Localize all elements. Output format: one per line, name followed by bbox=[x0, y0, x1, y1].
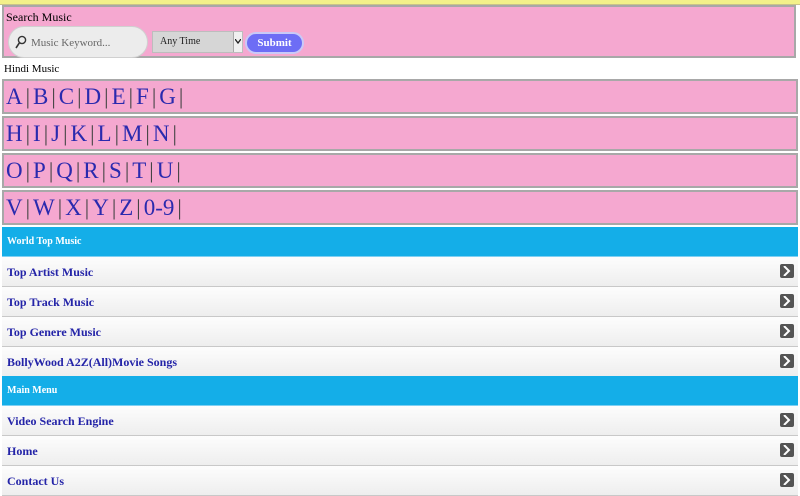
letter-link[interactable]: P bbox=[33, 158, 46, 183]
letter-link[interactable]: X bbox=[65, 195, 82, 220]
chevron-right-icon bbox=[780, 413, 794, 427]
letter-link[interactable]: 0-9 bbox=[144, 195, 175, 220]
letter-link[interactable]: L bbox=[98, 121, 112, 146]
search-input[interactable] bbox=[29, 33, 148, 53]
search-field[interactable] bbox=[8, 26, 148, 58]
alpha-row-3: O | P | Q | R | S | T | U | bbox=[2, 153, 798, 188]
letter-separator: | bbox=[151, 84, 157, 109]
letter-separator: | bbox=[25, 84, 31, 109]
menu-item-label: Video Search Engine bbox=[7, 414, 114, 428]
letter-link[interactable]: G bbox=[159, 84, 176, 109]
letter-separator: | bbox=[177, 195, 182, 220]
letter-link[interactable]: S bbox=[109, 158, 122, 183]
menu-item-top-genre[interactable]: Top Genere Music bbox=[2, 317, 798, 347]
chevron-right-icon bbox=[780, 294, 794, 308]
letter-separator: | bbox=[145, 121, 150, 146]
letter-link[interactable]: R bbox=[83, 158, 98, 183]
letter-link[interactable]: H bbox=[6, 121, 23, 146]
chevron-right-icon bbox=[780, 264, 794, 278]
letter-link[interactable]: N bbox=[153, 121, 170, 146]
letter-separator: | bbox=[178, 84, 184, 109]
letter-link[interactable]: I bbox=[33, 121, 41, 146]
letter-separator: | bbox=[136, 195, 141, 220]
letter-separator: | bbox=[25, 195, 31, 220]
letter-separator: | bbox=[101, 158, 107, 183]
menu-item-label: Top Artist Music bbox=[7, 265, 94, 279]
menu-item-top-track[interactable]: Top Track Music bbox=[2, 287, 798, 317]
letter-link[interactable]: C bbox=[59, 84, 74, 109]
chevron-right-icon bbox=[780, 324, 794, 338]
alpha-row-1: A | B | C | D | E | F | G | bbox=[2, 79, 798, 114]
chevron-down-icon bbox=[235, 39, 241, 44]
letter-link[interactable]: Z bbox=[119, 195, 133, 220]
letter-separator: | bbox=[124, 158, 130, 183]
chevron-right-icon bbox=[780, 443, 794, 457]
letter-separator: | bbox=[128, 84, 134, 109]
letter-link[interactable]: B bbox=[33, 84, 48, 109]
menu-item-label: Contact Us bbox=[7, 474, 64, 488]
letter-link[interactable]: D bbox=[85, 84, 102, 109]
dropdown-arrow[interactable] bbox=[233, 32, 242, 52]
letter-separator: | bbox=[51, 84, 56, 109]
search-icon bbox=[15, 35, 27, 49]
letter-link[interactable]: W bbox=[33, 195, 55, 220]
letter-link[interactable]: E bbox=[112, 84, 126, 109]
letter-link[interactable]: O bbox=[6, 158, 23, 183]
letter-separator: | bbox=[43, 121, 49, 146]
chevron-right-icon bbox=[780, 473, 794, 487]
alpha-row-4: V | W | X | Y | Z | 0-9 | bbox=[2, 190, 798, 225]
menu-item-top-artist[interactable]: Top Artist Music bbox=[2, 257, 798, 287]
letter-separator: | bbox=[104, 84, 109, 109]
letter-separator: | bbox=[149, 158, 154, 183]
letter-link[interactable]: A bbox=[6, 84, 23, 109]
letter-link[interactable]: V bbox=[6, 195, 23, 220]
time-filter-value: Any Time bbox=[160, 36, 201, 47]
world-top-music-header: World Top Music bbox=[2, 227, 798, 257]
submit-button[interactable]: Submit bbox=[245, 32, 304, 54]
letter-separator: | bbox=[63, 121, 68, 146]
letter-separator: | bbox=[77, 84, 82, 109]
menu-item-label: Top Genere Music bbox=[7, 325, 102, 339]
menu-item-label: Top Track Music bbox=[7, 295, 95, 309]
menu-item-label: Home bbox=[7, 444, 38, 458]
letter-separator: | bbox=[57, 195, 63, 220]
menu-item-home[interactable]: Home bbox=[2, 436, 798, 466]
letter-separator: | bbox=[111, 195, 117, 220]
letter-separator: | bbox=[25, 158, 31, 183]
chevron-right-icon bbox=[780, 354, 794, 368]
menu-item-bollywood-a2z[interactable]: BollyWood A2Z(All)Movie Songs bbox=[2, 347, 798, 377]
letter-separator: | bbox=[90, 121, 95, 146]
letter-link[interactable]: F bbox=[136, 84, 149, 109]
hindi-music-label: Hindi Music bbox=[4, 63, 60, 75]
letter-link[interactable]: U bbox=[157, 158, 174, 183]
menu-item-label: BollyWood A2Z(All)Movie Songs bbox=[7, 355, 178, 369]
letter-link[interactable]: J bbox=[51, 121, 60, 146]
letter-link[interactable]: T bbox=[132, 158, 146, 183]
search-title: Search Music bbox=[6, 10, 72, 24]
time-filter-select[interactable]: Any Time bbox=[152, 31, 243, 53]
letter-separator: | bbox=[75, 158, 81, 183]
letter-separator: | bbox=[176, 158, 181, 183]
letter-link[interactable]: Y bbox=[92, 195, 109, 220]
menu-item-video-search[interactable]: Video Search Engine bbox=[2, 406, 798, 436]
search-panel: Search Music Any Time Submit bbox=[2, 5, 796, 58]
letter-separator: | bbox=[84, 195, 90, 220]
letter-link[interactable]: Q bbox=[56, 158, 73, 183]
letter-link[interactable]: M bbox=[122, 121, 142, 146]
main-menu-header: Main Menu bbox=[2, 376, 798, 406]
letter-separator: | bbox=[172, 121, 177, 146]
letter-separator: | bbox=[48, 158, 54, 183]
menu-item-contact[interactable]: Contact Us bbox=[2, 466, 798, 496]
letter-separator: | bbox=[25, 121, 31, 146]
letter-separator: | bbox=[114, 121, 119, 146]
alpha-row-2: H | I | J | K | L | M | N | bbox=[2, 116, 798, 151]
letter-link[interactable]: K bbox=[70, 121, 87, 146]
